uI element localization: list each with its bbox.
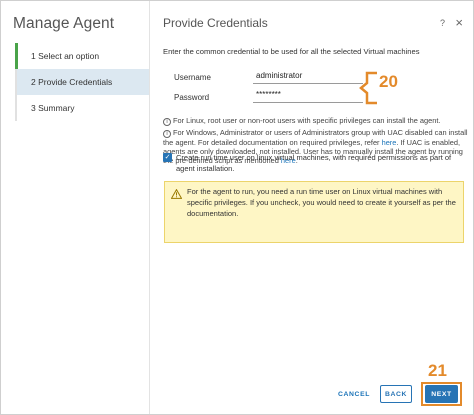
username-input[interactable] — [253, 68, 363, 84]
step-summary[interactable]: 3 Summary — [15, 95, 149, 121]
cancel-button[interactable]: CANCEL — [334, 385, 374, 403]
wizard-steps-pane: Manage Agent 1 Select an option 2 Provid… — [1, 1, 150, 414]
step-select-option[interactable]: 1 Select an option — [15, 43, 149, 69]
runtime-user-checkbox[interactable]: ✓ — [163, 153, 172, 162]
credentials-intro: Enter the common credential to be used f… — [163, 47, 420, 56]
runtime-user-option: ✓ Create run time user on linux virtual … — [163, 152, 468, 174]
next-button[interactable]: NEXT — [425, 385, 458, 403]
info-icon: i — [163, 130, 171, 138]
runtime-user-checkbox-label: Create run time user on linux virtual ma… — [176, 153, 452, 173]
help-icon[interactable]: ? — [440, 18, 445, 28]
callout-number-20: 20 — [379, 72, 398, 91]
warning-icon — [171, 189, 182, 199]
back-button[interactable]: BACK — [380, 385, 412, 403]
password-label: Password — [174, 93, 210, 102]
page-title: Provide Credentials — [163, 16, 268, 30]
wizard-title: Manage Agent — [13, 15, 115, 32]
wizard-step-list: 1 Select an option 2 Provide Credentials… — [15, 43, 149, 121]
warning-text: For the agent to run, you need a run tim… — [187, 187, 456, 218]
manage-agent-dialog: Manage Agent 1 Select an option 2 Provid… — [0, 0, 474, 415]
linux-note-text: For Linux, root user or non-root users w… — [173, 116, 441, 125]
close-icon[interactable]: × — [455, 15, 463, 30]
privileges-doc-link[interactable]: here — [382, 138, 397, 147]
warning-banner: For the agent to run, you need a run tim… — [164, 181, 464, 243]
content-pane: Provide Credentials ? × Enter the common… — [151, 1, 473, 414]
callout-number-21: 21 — [428, 361, 447, 380]
callout-arrow-icon — [359, 71, 377, 105]
step-provide-credentials[interactable]: 2 Provide Credentials — [15, 69, 149, 95]
linux-note: i For Linux, root user or non-root users … — [163, 116, 468, 126]
password-input[interactable] — [253, 87, 363, 103]
info-icon: i — [163, 118, 171, 126]
username-label: Username — [174, 73, 211, 82]
